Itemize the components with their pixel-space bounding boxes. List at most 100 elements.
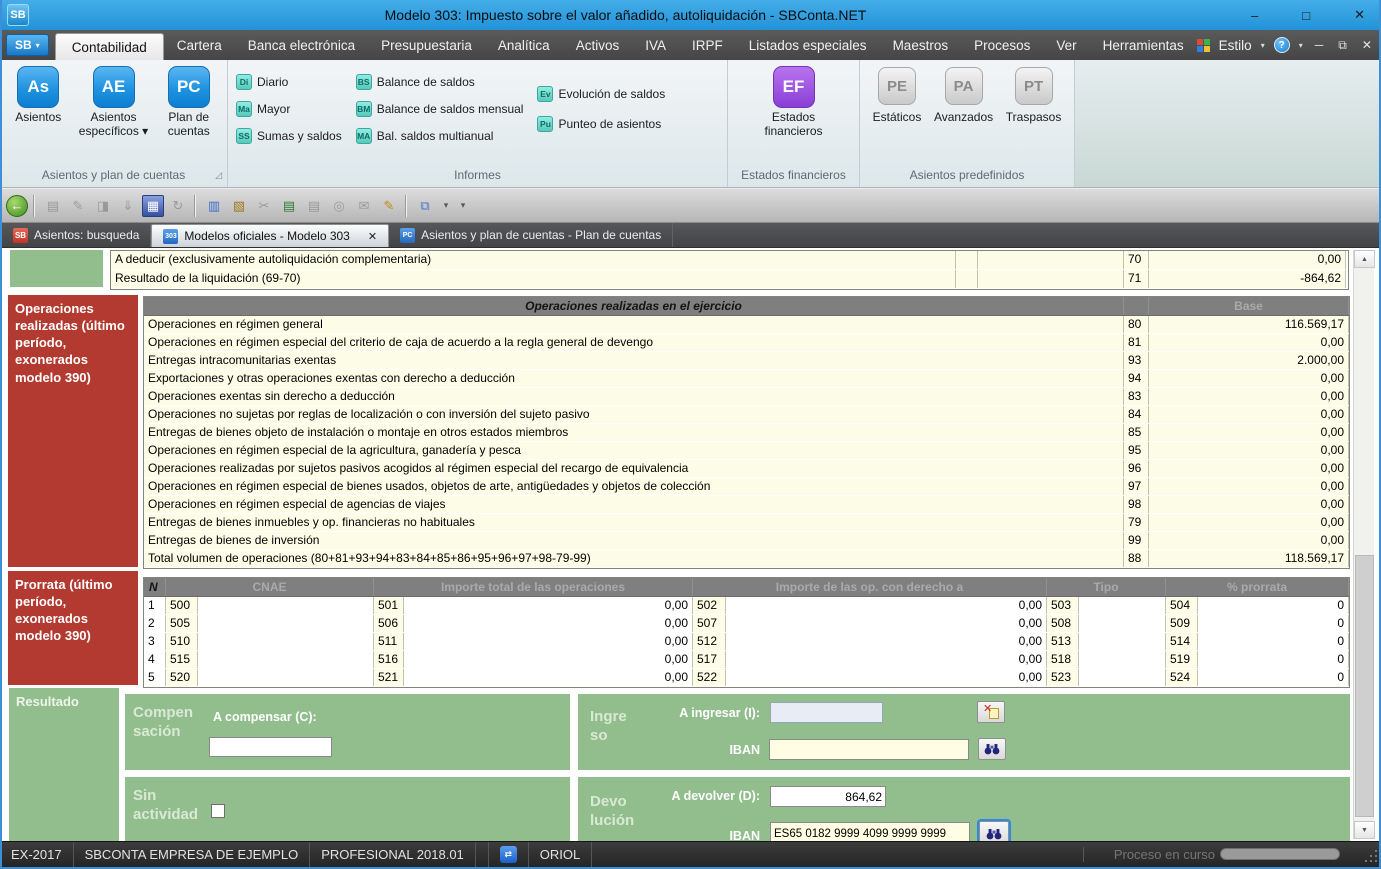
ribbon-small-button[interactable]: Pu Punteo de asientos <box>537 116 665 132</box>
importe-derecho-cell[interactable]: 0,00 <box>726 633 1047 650</box>
separator[interactable] <box>33 195 37 217</box>
row-value[interactable]: 0,00 <box>1149 334 1349 351</box>
row-value[interactable]: 0,00 <box>1149 478 1349 495</box>
chevron-down-icon[interactable]: ▾ <box>1261 41 1265 50</box>
importe-derecho-cell[interactable]: 0,00 <box>726 651 1047 668</box>
separator[interactable] <box>194 195 198 217</box>
cnae-cell[interactable] <box>198 615 374 632</box>
save-icon[interactable]: ▦ <box>142 195 164 217</box>
ribbon-small-button[interactable]: MA Bal. saldos multianual <box>356 128 524 144</box>
ribbon-small-button[interactable]: Ma Mayor <box>236 101 342 117</box>
menu-item[interactable]: IRPF <box>679 30 736 60</box>
scroll-down-button[interactable]: ▼ <box>1354 821 1375 839</box>
cnae-cell[interactable] <box>198 669 374 686</box>
clear-amount-button[interactable]: ✕ <box>977 701 1005 723</box>
menu-item[interactable]: IVA <box>632 30 679 60</box>
devolucion-iban-input[interactable] <box>770 822 970 841</box>
importe-total-cell[interactable]: 0,00 <box>404 615 693 632</box>
print-direct-icon[interactable]: ▤ <box>303 195 325 217</box>
asientos-especificos-button[interactable]: AE Asientos específicos ▾ <box>77 66 151 139</box>
import-icon[interactable]: ⇓ <box>117 195 139 217</box>
a-ingresar-input[interactable] <box>770 702 883 723</box>
preview-icon[interactable]: ◎ <box>328 195 350 217</box>
row-value[interactable]: 0,00 <box>1149 442 1349 459</box>
plan-de-cuentas-button[interactable]: PC Plan de cuentas <box>152 66 226 139</box>
paste-icon[interactable]: ▧ <box>228 195 250 217</box>
prorrata-pct-cell[interactable]: 0 <box>1198 597 1349 614</box>
scrollbar-thumb[interactable] <box>1355 555 1374 817</box>
importe-derecho-cell[interactable]: 0,00 <box>726 615 1047 632</box>
importe-total-cell[interactable]: 0,00 <box>404 669 693 686</box>
menu-item[interactable]: Cartera <box>164 30 235 60</box>
row-value[interactable]: 116.569,17 <box>1149 316 1349 333</box>
restore-window-button[interactable]: ⧉ <box>1335 38 1350 53</box>
row-value[interactable]: 0,00 <box>1149 424 1349 441</box>
tipo-cell[interactable] <box>1079 651 1166 668</box>
estados-financieros-button[interactable]: EF Estados financieros <box>757 66 831 139</box>
menu-item[interactable]: Maestros <box>880 30 962 60</box>
prorrata-pct-cell[interactable]: 0 <box>1198 669 1349 686</box>
importe-total-cell[interactable]: 0,00 <box>404 651 693 668</box>
prorrata-pct-cell[interactable]: 0 <box>1198 651 1349 668</box>
menu-item[interactable]: Ver <box>1043 30 1089 60</box>
ribbon-small-button[interactable]: SS Sumas y saldos <box>236 128 342 144</box>
row-value[interactable]: 118.569,17 <box>1149 550 1349 567</box>
menu-item[interactable]: Activos <box>563 30 633 60</box>
separator[interactable] <box>405 195 409 217</box>
row-value[interactable]: 0,00 <box>1149 406 1349 423</box>
toolbar-options-icon[interactable]: ▾ <box>456 195 470 217</box>
windows-dropdown-icon[interactable]: ▾ <box>439 195 453 217</box>
row-value[interactable]: 0,00 <box>1149 251 1346 269</box>
ribbon-gray-button[interactable]: PA Avanzados <box>934 67 993 124</box>
menu-item[interactable]: Listados especiales <box>736 30 880 60</box>
prorrata-pct-cell[interactable]: 0 <box>1198 633 1349 650</box>
help-icon[interactable]: ? <box>1274 37 1290 53</box>
menu-item[interactable]: Analítica <box>485 30 563 60</box>
a-devolver-input[interactable] <box>770 786 886 807</box>
report-design-icon[interactable]: ✎ <box>378 195 400 217</box>
tipo-cell[interactable] <box>1079 615 1166 632</box>
ribbon-gray-button[interactable]: PT Traspasos <box>1006 67 1062 124</box>
minimize-button[interactable]: – <box>1251 8 1258 23</box>
menu-item[interactable]: Banca electrónica <box>235 30 368 60</box>
ingreso-iban-input[interactable] <box>769 739 969 760</box>
tab-modelo-303[interactable]: 303 Modelos oficiales - Modelo 303 ✕ <box>151 224 389 247</box>
row-value[interactable]: 0,00 <box>1149 460 1349 477</box>
edit-icon[interactable]: ✎ <box>67 195 89 217</box>
cut-icon[interactable]: ✂ <box>253 195 275 217</box>
tipo-cell[interactable] <box>1079 669 1166 686</box>
importe-total-cell[interactable]: 0,00 <box>404 597 693 614</box>
a-compensar-input[interactable] <box>209 737 332 757</box>
maximize-button[interactable]: □ <box>1302 8 1310 23</box>
importe-derecho-cell[interactable]: 0,00 <box>726 669 1047 686</box>
menu-tab-contabilidad[interactable]: Contabilidad <box>55 33 164 60</box>
tab-close-icon[interactable]: ✕ <box>368 230 377 243</box>
sin-actividad-checkbox[interactable] <box>211 804 225 818</box>
post-icon[interactable]: ◨ <box>92 195 114 217</box>
chevron-down-icon[interactable]: ▾ <box>1299 41 1303 50</box>
iban-search-button[interactable] <box>978 738 1006 760</box>
tipo-cell[interactable] <box>1079 633 1166 650</box>
importe-total-cell[interactable]: 0,00 <box>404 633 693 650</box>
back-icon[interactable]: ← <box>6 195 28 217</box>
row-value[interactable]: -864,62 <box>1149 270 1346 288</box>
ribbon-small-button[interactable]: BS Balance de saldos <box>356 74 524 90</box>
resize-grip[interactable] <box>1365 850 1377 862</box>
windows-icon[interactable]: ⧉ <box>414 195 436 217</box>
close-button[interactable]: ✕ <box>1354 7 1365 23</box>
asientos-button[interactable]: As Asientos <box>1 66 75 139</box>
row-value[interactable]: 0,00 <box>1149 496 1349 513</box>
row-value[interactable]: 2.000,00 <box>1149 352 1349 369</box>
cnae-cell[interactable] <box>198 651 374 668</box>
prorrata-pct-cell[interactable]: 0 <box>1198 615 1349 632</box>
ribbon-small-button[interactable]: Ev Evolución de saldos <box>537 86 665 102</box>
email-icon[interactable]: ✉ <box>353 195 375 217</box>
refresh-icon[interactable]: ↻ <box>167 195 189 217</box>
scroll-up-button[interactable]: ▲ <box>1354 250 1375 268</box>
row-value[interactable]: 0,00 <box>1149 370 1349 387</box>
ribbon-small-button[interactable]: BM Balance de saldos mensual <box>356 101 524 117</box>
iban-search-button[interactable] <box>979 821 1009 841</box>
cnae-cell[interactable] <box>198 597 374 614</box>
row-value[interactable]: 0,00 <box>1149 532 1349 549</box>
tipo-cell[interactable] <box>1079 597 1166 614</box>
